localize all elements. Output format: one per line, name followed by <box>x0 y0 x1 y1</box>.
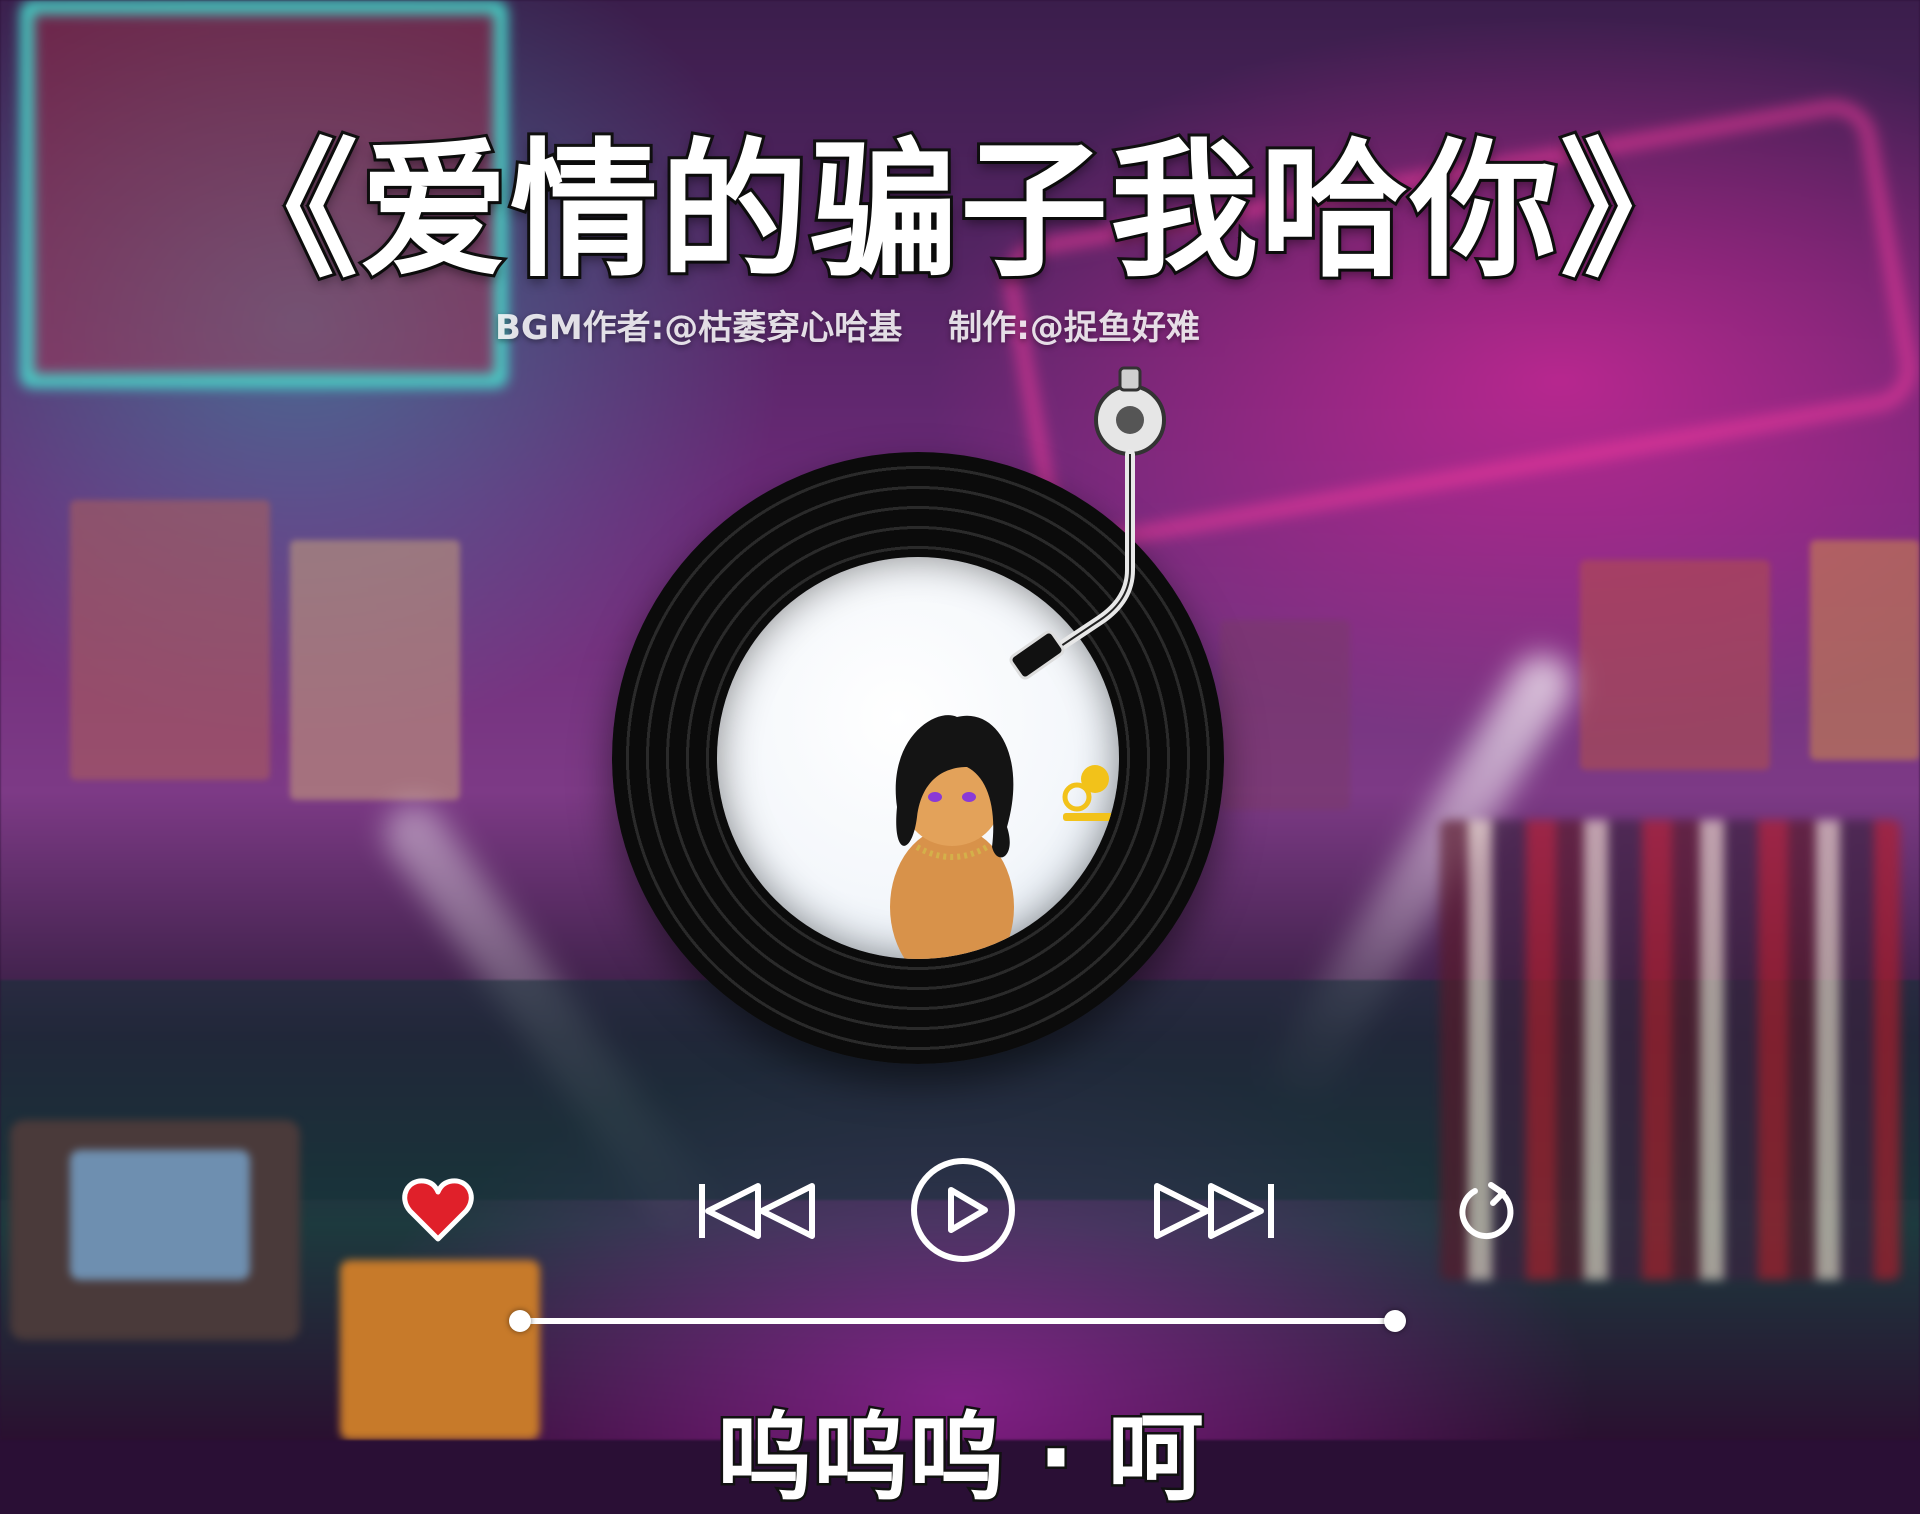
next-button[interactable] <box>1150 1178 1280 1244</box>
video-title: 《爱情的骗子我哈你》 <box>207 122 1711 300</box>
cat-logo-icon <box>1062 765 1117 821</box>
poster <box>290 540 460 800</box>
cat-in-wig-image <box>890 715 1014 959</box>
like-button[interactable] <box>398 1172 478 1248</box>
progress-end-handle[interactable] <box>1384 1310 1406 1332</box>
bgm-credit: BGM作者:@枯萎穿心哈基 <box>495 308 903 348</box>
lyric-line: 呜呜呜 · 呵 <box>714 1402 1206 1514</box>
previous-button[interactable] <box>696 1178 820 1244</box>
repeat-icon <box>1459 1182 1514 1240</box>
poster <box>70 500 270 780</box>
play-button[interactable] <box>907 1154 1019 1266</box>
play-icon <box>911 1158 1015 1262</box>
maker-credit: 制作:@捉鱼好难 <box>948 308 1200 348</box>
progress-start-handle[interactable] <box>509 1310 531 1332</box>
player-controls <box>0 1150 1920 1270</box>
skip-previous-icon <box>699 1183 815 1239</box>
progress-bar[interactable] <box>509 1310 1406 1332</box>
credits: BGM作者:@枯萎穿心哈基 制作:@捉鱼好难 <box>495 300 1200 349</box>
poster <box>1580 560 1770 770</box>
poster <box>1810 540 1920 760</box>
repeat-button[interactable] <box>1452 1178 1522 1244</box>
heart-icon <box>402 1178 474 1242</box>
tonearm <box>1009 366 1166 680</box>
skip-next-icon <box>1154 1183 1274 1239</box>
